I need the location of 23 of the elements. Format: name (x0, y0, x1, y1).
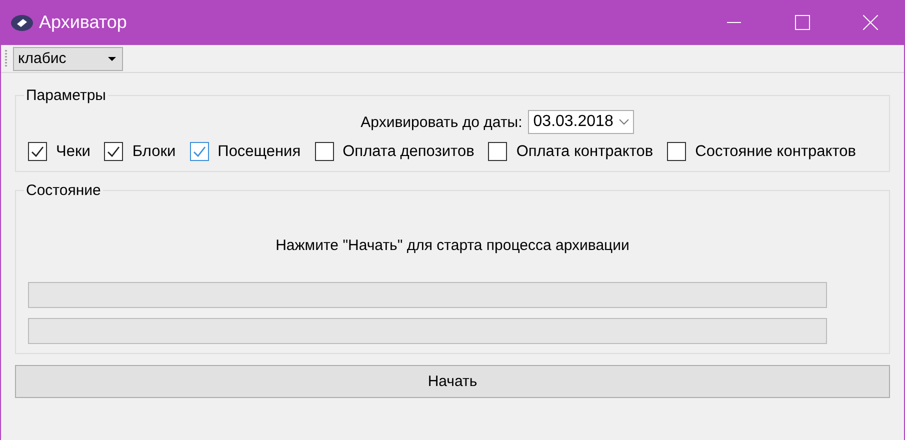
date-picker[interactable]: 03.03.2018 (528, 110, 634, 134)
checkbox[interactable]: Оплата контрактов (488, 142, 654, 161)
minimize-icon (727, 22, 741, 23)
check-icon (31, 146, 44, 157)
checkbox[interactable]: Оплата депозитов (314, 142, 474, 161)
checkbox[interactable]: Посещения (190, 142, 301, 161)
checkbox[interactable]: Блоки (104, 142, 176, 161)
window-title: Архиватор (39, 12, 128, 33)
group-title: Параметры (25, 87, 107, 104)
close-icon (862, 15, 878, 30)
dropdown-arrow-icon (108, 56, 116, 60)
chevron-down-icon (619, 119, 630, 125)
check-icon (192, 146, 206, 157)
maximize-icon (794, 15, 810, 30)
status-message: Нажмите "Начать" для старта процесса архивации (274, 237, 630, 254)
group-title: Состояние (25, 182, 102, 199)
combo-box[interactable]: клабис (13, 46, 123, 70)
checkbox[interactable]: Чеки (28, 142, 90, 161)
checkbox[interactable]: Состояние контрактов (667, 142, 856, 161)
date-label: Архивировать до даты: (360, 114, 522, 130)
app-icon (11, 14, 33, 30)
check-icon (107, 146, 120, 157)
start-button[interactable]: Начать (15, 365, 890, 398)
